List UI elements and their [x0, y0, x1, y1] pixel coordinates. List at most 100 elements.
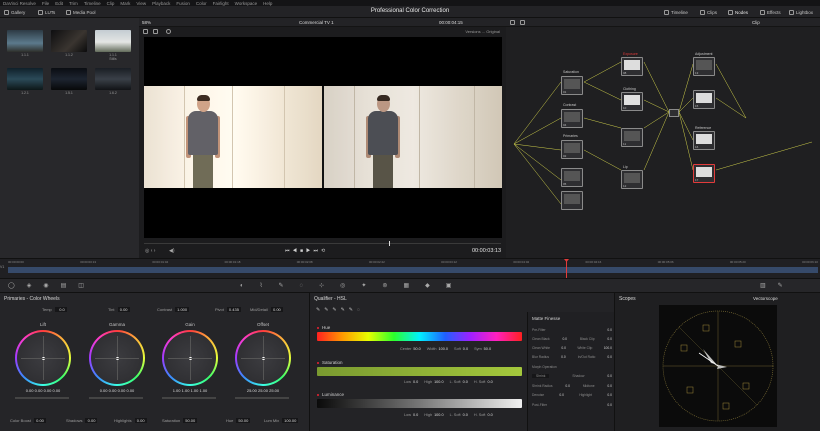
- menu-item[interactable]: Help: [263, 1, 272, 6]
- hue-field[interactable]: Hue 50.00: [226, 418, 251, 423]
- matte-row[interactable]: Clean White 0.0 White Clip 100.0: [532, 346, 612, 350]
- menu-item[interactable]: Trim: [69, 1, 78, 6]
- pivot-field[interactable]: Pivot 0.435: [215, 307, 241, 312]
- node-adjustment[interactable]: 13: [693, 57, 715, 76]
- matte-row[interactable]: Post-Filter 0.0: [532, 403, 612, 407]
- gallery-toggle[interactable]: Gallery: [4, 8, 25, 16]
- gallery-still[interactable]: [95, 68, 131, 90]
- contrast-field[interactable]: Contrast 1.000: [157, 307, 190, 312]
- mid-detail-field[interactable]: Mid/Detail 0.00: [250, 307, 283, 312]
- saturation-values[interactable]: Low 0.0 High 100.0 L. Soft 0.0 H. Soft 0.0: [404, 380, 497, 384]
- gamma-master-slider[interactable]: [89, 397, 143, 399]
- mini-timeline[interactable]: 00:00:00:00 00:00:00:13 00:00:01:04 00:00:0…: [0, 258, 820, 279]
- node-saturation[interactable]: 01: [561, 76, 583, 95]
- tint-field[interactable]: Tint 0.00: [108, 307, 130, 312]
- viewer-mode-icon[interactable]: [166, 29, 171, 34]
- viewer-layout-icon[interactable]: [143, 29, 148, 34]
- gallery-still[interactable]: [51, 30, 87, 52]
- menu-item[interactable]: Edit: [55, 1, 63, 6]
- luminance-range-bar[interactable]: [317, 399, 522, 408]
- shadows-field[interactable]: Shadows 0.00: [66, 418, 98, 423]
- menu-item[interactable]: Clip: [107, 1, 115, 6]
- lift-wheel[interactable]: [15, 330, 71, 386]
- node-11[interactable]: 11: [621, 128, 643, 147]
- lift-values[interactable]: 0.00 0.00 0.00 0.00: [13, 388, 73, 393]
- zoom-level[interactable]: 58%: [142, 20, 151, 25]
- gallery-still[interactable]: [95, 30, 131, 52]
- node-15[interactable]: 15: [693, 90, 715, 109]
- audio-icon[interactable]: ◀): [169, 248, 175, 254]
- gamma-puck[interactable]: [115, 356, 119, 360]
- gamma-values[interactable]: 0.00 0.00 0.00 0.00: [87, 388, 147, 393]
- lift-puck[interactable]: [41, 356, 45, 360]
- highlights-field[interactable]: Highlights 0.00: [114, 418, 147, 423]
- offset-values[interactable]: 25.00 25.00 25.00: [233, 388, 293, 393]
- lift-master-slider[interactable]: [15, 397, 69, 399]
- lum-mix-field[interactable]: Lum Mix 100.00: [264, 418, 299, 423]
- matte-row[interactable]: Clean Black 0.0 Black Clip 0.0: [532, 337, 612, 341]
- hue-values[interactable]: Center 50.0 Width 100.0 Soft 0.0 Sym 50.0: [400, 347, 495, 351]
- saturation-field[interactable]: Saturation 50.00: [162, 418, 198, 423]
- node-editor[interactable]: Clip Saturation 01 Contrast 04 Primaries…: [506, 18, 820, 258]
- jog-icon[interactable]: ◎ ‹ ›: [145, 248, 155, 254]
- playback-buttons[interactable]: ⏮◀■▶⏭⟲: [285, 248, 328, 254]
- viewer-scrubber[interactable]: [144, 243, 501, 244]
- saturation-range-bar[interactable]: [317, 367, 522, 376]
- version-label[interactable]: Versions ... Original: [465, 29, 500, 34]
- lightbox-toggle[interactable]: Lightbox: [789, 8, 813, 16]
- center-palette-icons[interactable]: ◐⌇✎◌⊹◎✦⊚▦◆▣: [240, 282, 467, 289]
- gallery-still[interactable]: [51, 68, 87, 90]
- layer-mixer-node[interactable]: [669, 109, 679, 117]
- matte-row[interactable]: Denoise 0.0 Highlight 0.0: [532, 393, 612, 397]
- media-pool-toggle[interactable]: Media Pool: [66, 8, 96, 16]
- left-palette-icons[interactable]: ◯◈◉▤◫: [8, 282, 96, 289]
- gain-master-slider[interactable]: [162, 397, 216, 399]
- offset-wheel[interactable]: [235, 330, 291, 386]
- node-contrast[interactable]: 04: [561, 109, 583, 128]
- node-17-selected[interactable]: 17: [693, 164, 715, 183]
- video-viewer[interactable]: [144, 37, 502, 238]
- menu-item[interactable]: DaVinci Resolve: [3, 1, 36, 6]
- scope-icons[interactable]: ▥✎: [760, 282, 795, 289]
- matte-row[interactable]: Shrink Radius 0.0 Midtone 0.0: [532, 384, 612, 388]
- node-lip[interactable]: 12: [621, 170, 643, 189]
- menu-item[interactable]: Color: [196, 1, 207, 6]
- menu-item[interactable]: Mark: [120, 1, 130, 6]
- matte-row[interactable]: Blur Radius 0.0 In/Out Ratio 0.0: [532, 355, 612, 359]
- matte-row[interactable]: Shrink Shadow 0.0: [532, 374, 612, 378]
- menu-item[interactable]: Fairlight: [213, 1, 229, 6]
- node-clothing[interactable]: 10: [621, 92, 643, 111]
- luminance-values[interactable]: Low 0.0 High 100.0 L. Soft 0.0 H. Soft 0.0: [404, 413, 497, 417]
- offset-puck[interactable]: [261, 356, 265, 360]
- node-05[interactable]: 05: [561, 168, 583, 187]
- gallery-still[interactable]: [7, 30, 43, 52]
- temp-field[interactable]: Temp 0.0: [42, 307, 67, 312]
- viewer-wipe-icon[interactable]: [153, 29, 158, 34]
- scope-type-select[interactable]: Vectorscope: [753, 296, 778, 301]
- node-exposure[interactable]: 08: [621, 57, 643, 76]
- timeline-toggle[interactable]: Timeline: [664, 8, 688, 16]
- offset-master-slider[interactable]: [235, 397, 289, 399]
- scrubber-handle[interactable]: [389, 241, 390, 246]
- gain-values[interactable]: 1.00 1.00 1.00 1.00: [160, 388, 220, 393]
- menu-item[interactable]: File: [42, 1, 49, 6]
- effects-toggle[interactable]: Effects: [760, 8, 781, 16]
- node-reference[interactable]: 16: [693, 131, 715, 150]
- playhead[interactable]: [566, 259, 567, 279]
- color-boost-field[interactable]: Color Boost 0.00: [10, 418, 46, 423]
- menu-item[interactable]: Timeline: [84, 1, 101, 6]
- node-primaries[interactable]: 02: [561, 140, 583, 159]
- menu-item[interactable]: Playback: [152, 1, 170, 6]
- gain-wheel[interactable]: [162, 330, 218, 386]
- clips-toggle[interactable]: Clips: [700, 8, 717, 16]
- menu-item[interactable]: Fusion: [176, 1, 190, 6]
- hue-range-bar[interactable]: [317, 332, 522, 341]
- luts-toggle[interactable]: LUTs: [38, 8, 55, 16]
- nodes-toggle[interactable]: Nodes: [728, 8, 748, 16]
- timeline-clip[interactable]: [8, 267, 818, 273]
- node-06[interactable]: [561, 191, 583, 210]
- gain-puck[interactable]: [188, 356, 192, 360]
- menu-item[interactable]: Workspace: [235, 1, 257, 6]
- qualifier-picker-icons[interactable]: ✎✎✎✎✎◌: [316, 307, 364, 313]
- menu-item[interactable]: View: [136, 1, 146, 6]
